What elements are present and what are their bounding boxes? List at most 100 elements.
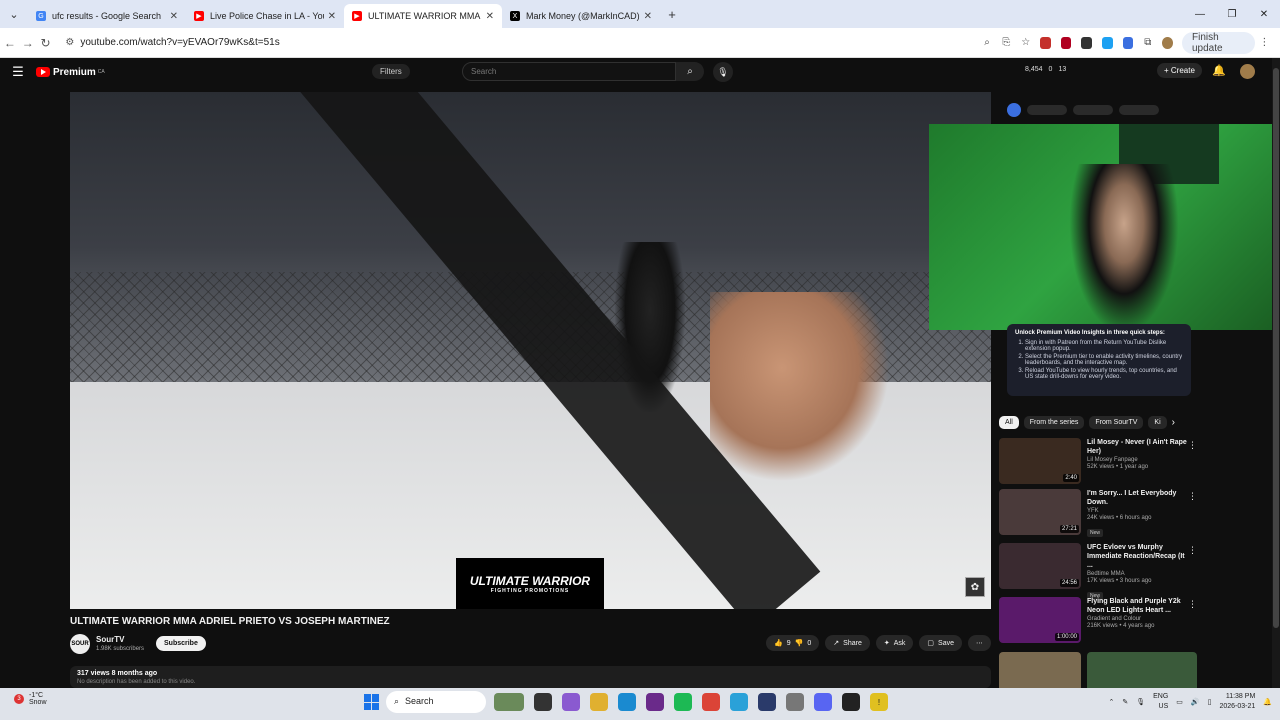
video-title[interactable]: UFC Evloev vs Murphy Immediate Reaction/… <box>1087 543 1187 570</box>
save-button[interactable]: ▢ Save <box>919 635 962 651</box>
extension-icon[interactable] <box>1122 36 1134 49</box>
app-icon[interactable] <box>758 693 776 711</box>
finish-update-button[interactable]: Finish update <box>1182 31 1255 54</box>
install-app-icon[interactable]: ⎘ <box>997 32 1016 54</box>
battery-icon[interactable]: ▯ <box>1208 698 1212 706</box>
channel-watermark-icon[interactable]: ✿ <box>965 577 985 597</box>
list-item[interactable]: 24:56 UFC Evloev vs Murphy Immediate Rea… <box>999 543 1199 600</box>
chevron-up-icon[interactable]: ⌃ <box>1108 698 1114 706</box>
list-item[interactable]: 2:40 Lil Mosey - Never (I Ain't Rape Her… <box>999 438 1199 488</box>
list-item[interactable] <box>999 652 1199 688</box>
close-tab-icon[interactable]: ✕ <box>328 11 336 22</box>
taskbar-search[interactable]: ⌕ Search <box>386 691 486 713</box>
video-player[interactable]: ULTIMATE WARRIOR FIGHTING PROMOTIONS ✿ <box>70 92 991 609</box>
extension-tab[interactable] <box>1027 105 1067 115</box>
video-thumbnail[interactable]: 1:00:00 <box>999 597 1081 643</box>
widgets-icon[interactable] <box>494 693 524 711</box>
more-options-icon[interactable]: ⋮ <box>1188 545 1197 556</box>
scrollbar-thumb[interactable] <box>1273 68 1279 628</box>
extension-icon[interactable] <box>1081 36 1093 49</box>
video-title[interactable]: Flying Black and Purple Y2k Neon LED Lig… <box>1087 597 1187 615</box>
new-tab-plus-icon[interactable]: + <box>660 7 684 22</box>
video-thumbnail[interactable] <box>1087 652 1197 688</box>
video-title[interactable]: I'm Sorry... I Let Everybody Down. <box>1087 489 1187 507</box>
kick-app-icon[interactable] <box>646 693 664 711</box>
thumbs-up-icon[interactable]: 👍 <box>774 639 783 647</box>
mic-tray-icon[interactable]: 🎙 <box>1136 698 1145 706</box>
list-item[interactable]: 1:00:00 Flying Black and Purple Y2k Neon… <box>999 597 1199 647</box>
channel-name[interactable]: SourTV <box>96 635 124 644</box>
more-actions-icon[interactable]: ⋯ <box>968 635 991 651</box>
chip-all[interactable]: All <box>999 415 1019 429</box>
page-scrollbar[interactable] <box>1272 58 1280 688</box>
chip-more[interactable]: Ki <box>1148 415 1167 429</box>
edge-icon[interactable] <box>618 693 636 711</box>
volume-icon[interactable]: 🔊 <box>1191 698 1200 706</box>
more-options-icon[interactable]: ⋮ <box>1188 440 1197 451</box>
task-view-icon[interactable] <box>534 693 552 711</box>
search-icon[interactable]: ⌕ <box>676 62 704 81</box>
settings-gear-icon[interactable] <box>786 693 804 711</box>
search-input[interactable]: Search <box>462 62 676 81</box>
close-tab-icon[interactable]: ✕ <box>644 11 652 22</box>
ask-button[interactable]: ✦ Ask <box>875 635 914 651</box>
youtube-logo[interactable]: Premium CA <box>36 67 105 78</box>
tab-mark-money[interactable]: X Mark Money (@MarkInCAD) / X ✕ <box>502 4 660 28</box>
video-thumbnail[interactable]: 24:56 <box>999 543 1081 589</box>
share-button[interactable]: ↗ Share <box>825 635 870 651</box>
telegram-icon[interactable] <box>730 693 748 711</box>
tab-google-search[interactable]: G ufc results - Google Search ✕ <box>28 4 186 28</box>
channel-avatar[interactable]: SOUR <box>70 634 90 654</box>
more-options-icon[interactable]: ⋮ <box>1188 599 1197 610</box>
file-explorer-icon[interactable] <box>590 693 608 711</box>
extension-icon[interactable] <box>1102 36 1113 49</box>
video-thumbnail[interactable]: 27:21 <box>999 489 1081 535</box>
list-item[interactable]: 27:21 I'm Sorry... I Let Everybody Down.… <box>999 489 1199 539</box>
create-button[interactable]: + Create <box>1157 63 1202 78</box>
tab-police-chase[interactable]: ▶ Live Police Chase in LA - YouTu ✕ <box>186 4 344 28</box>
minimize-icon[interactable]: — <box>1184 0 1216 28</box>
copilot-icon[interactable] <box>562 693 580 711</box>
zoom-icon[interactable]: ⌕ <box>977 32 996 54</box>
forward-arrow-icon[interactable]: → <box>20 31 36 55</box>
restore-icon[interactable]: ❐ <box>1216 0 1248 28</box>
tab-search-chevron-icon[interactable]: ⌄ <box>0 0 28 28</box>
notifications-bell-icon[interactable]: 🔔 <box>1212 64 1226 77</box>
warning-icon[interactable]: ! <box>870 693 888 711</box>
notifications-icon[interactable]: 🔔 <box>1263 698 1272 706</box>
bookmark-star-icon[interactable]: ☆ <box>1016 32 1035 54</box>
extension-tab[interactable] <box>1119 105 1159 115</box>
microphone-icon[interactable]: 🎙 <box>713 62 733 82</box>
thumbs-down-icon[interactable]: 👎 <box>795 639 804 647</box>
kebab-menu-icon[interactable]: ⋮ <box>1255 32 1274 54</box>
extension-tab[interactable] <box>1073 105 1113 115</box>
like-dislike-button[interactable]: 👍 9 👎 0 <box>766 635 820 651</box>
site-info-icon[interactable]: ⚙ <box>65 37 74 48</box>
chip-from-sourtv[interactable]: From SourTV <box>1089 415 1144 429</box>
more-options-icon[interactable]: ⋮ <box>1188 491 1197 502</box>
chrome-icon[interactable] <box>702 693 720 711</box>
clock[interactable]: 11:38 PM 2026-03-21 <box>1219 692 1255 712</box>
filters-button[interactable]: Filters <box>372 64 410 79</box>
tab-ultimate-warrior[interactable]: ▶ ULTIMATE WARRIOR MMA ADI ✕ <box>344 4 502 28</box>
discord-icon[interactable] <box>814 693 832 711</box>
description-box[interactable]: 317 views 8 months ago No description ha… <box>70 666 991 688</box>
video-thumbnail[interactable] <box>999 652 1081 688</box>
puzzle-extensions-icon[interactable]: ⧉ <box>1138 32 1157 54</box>
pen-icon[interactable]: ✎ <box>1122 698 1128 706</box>
network-icon[interactable]: ▭ <box>1176 698 1183 706</box>
subscribe-button[interactable]: Subscribe <box>156 636 206 651</box>
close-tab-icon[interactable]: ✕ <box>170 11 178 22</box>
account-avatar[interactable] <box>1240 64 1255 79</box>
windows-start-icon[interactable] <box>364 694 380 710</box>
back-arrow-icon[interactable]: ← <box>2 31 18 55</box>
address-bar[interactable]: ⚙ youtube.com/watch?v=yEVAOr79wKs&t=51s <box>57 32 977 54</box>
weather-widget[interactable]: 3 -1°C Snow <box>14 692 47 706</box>
spotify-icon[interactable] <box>674 693 692 711</box>
profile-avatar[interactable] <box>1162 36 1173 49</box>
hamburger-menu-icon[interactable]: ☰ <box>0 64 36 80</box>
extension-icon[interactable] <box>1040 36 1051 49</box>
reload-icon[interactable]: ↻ <box>38 31 54 55</box>
close-tab-icon[interactable]: ✕ <box>486 11 494 22</box>
language-indicator[interactable]: ENG US <box>1153 692 1168 712</box>
